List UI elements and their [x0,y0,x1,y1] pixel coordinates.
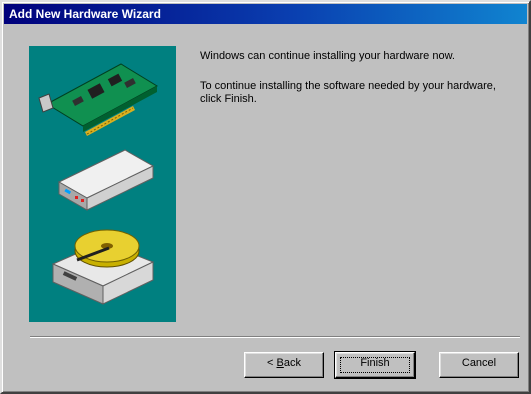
separator-line [30,336,520,338]
finish-button-label: Finish [360,357,390,369]
instruction-message: To continue installing the software need… [200,80,496,105]
back-button[interactable]: < Back [244,352,324,378]
wizard-window: Add New Hardware Wizard Windows can cont… [0,0,531,394]
window-title: Add New Hardware Wizard [9,7,161,21]
back-button-label: < Back [267,357,301,369]
cancel-button[interactable]: Cancel [439,352,519,378]
finish-button[interactable]: Finish [334,351,416,379]
cancel-button-label: Cancel [461,357,497,369]
expansion-card-icon [38,63,159,136]
disk-drive-icon [51,229,155,305]
wizard-art-panel [29,46,176,322]
status-message: Windows can continue installing your har… [200,50,455,62]
title-bar[interactable]: Add New Hardware Wizard [4,4,527,24]
modem-icon [57,149,155,211]
